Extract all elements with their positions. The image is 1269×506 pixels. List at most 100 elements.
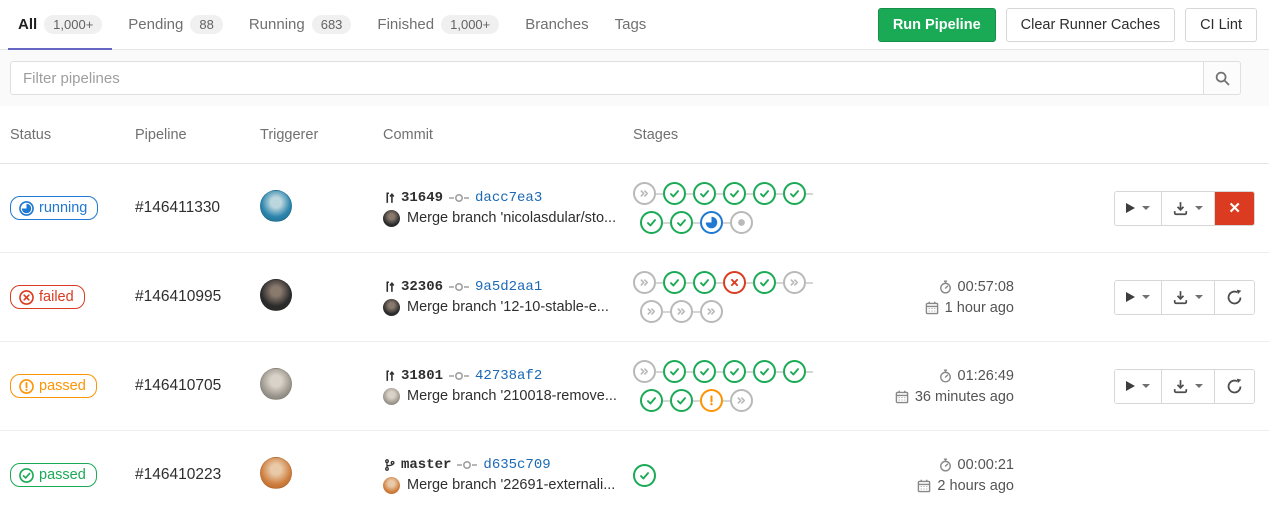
tab-all[interactable]: All 1,000+: [8, 0, 112, 49]
filter-pipelines-input[interactable]: [10, 61, 1204, 95]
toolbar-actions: Run Pipeline Clear Runner Caches CI Lint: [878, 0, 1269, 49]
ref-link[interactable]: 32306: [401, 279, 443, 295]
stage-icon-passed[interactable]: [640, 389, 663, 412]
tab-finished[interactable]: Finished 1,000+: [367, 0, 509, 49]
stage-icon-passed[interactable]: [633, 464, 656, 487]
commit-author-avatar[interactable]: [383, 477, 400, 494]
stage-icon-running[interactable]: [700, 211, 723, 234]
download-artifacts-button[interactable]: [1161, 370, 1214, 403]
tab-finished-label: Finished: [377, 16, 434, 33]
play-manual-jobs-button[interactable]: [1115, 370, 1161, 403]
stage-icon-skipped[interactable]: [633, 271, 656, 294]
ref-link[interactable]: 31649: [401, 190, 443, 206]
cancel-pipeline-button[interactable]: ✕: [1214, 192, 1254, 225]
commit-sha-link[interactable]: d635c709: [483, 457, 550, 473]
stage-icon-passed[interactable]: [723, 360, 746, 383]
pipeline-id-cell: #146410223: [135, 466, 260, 484]
download-artifacts-button[interactable]: [1161, 192, 1214, 225]
time-cell: 01:26:49 36 minutes ago: [870, 368, 1020, 405]
commit-author-avatar[interactable]: [383, 299, 400, 316]
stage-icon-skipped[interactable]: [783, 271, 806, 294]
commit-message-link[interactable]: Merge branch '12-10-stable-e...: [407, 299, 609, 315]
ref-link[interactable]: 31801: [401, 368, 443, 384]
triggerer-avatar[interactable]: [260, 457, 292, 489]
status-badge-passed-warnings[interactable]: passed: [10, 374, 97, 398]
commit-sha-link[interactable]: dacc7ea3: [475, 190, 542, 206]
stage-icon-skipped[interactable]: [700, 300, 723, 323]
play-manual-jobs-button[interactable]: [1115, 192, 1161, 225]
triggerer-avatar[interactable]: [260, 190, 292, 222]
stage-icon-passed[interactable]: [663, 182, 686, 205]
stage-icon-created[interactable]: [730, 211, 753, 234]
stopwatch-icon: [939, 458, 952, 472]
commit-ref-line: 32306 9a5d2aa1: [383, 279, 633, 295]
pipeline-actions-group: [1114, 280, 1255, 315]
stage-icon-passed[interactable]: [693, 271, 716, 294]
tab-branches[interactable]: Branches: [515, 0, 598, 49]
stage-icon-skipped[interactable]: [633, 182, 656, 205]
chevron-down-icon: [1142, 295, 1150, 299]
stage-icon-skipped[interactable]: [730, 389, 753, 412]
download-artifacts-button[interactable]: [1161, 281, 1214, 314]
stage-icon-passed[interactable]: [640, 211, 663, 234]
triggerer-avatar[interactable]: [260, 279, 292, 311]
stage-icon-passed[interactable]: [753, 271, 776, 294]
retry-pipeline-button[interactable]: [1214, 370, 1254, 403]
pipeline-id-link[interactable]: #146410995: [135, 288, 221, 305]
status-failed-icon: [19, 290, 34, 305]
tab-running[interactable]: Running 683: [239, 0, 362, 49]
commit-message-link[interactable]: Merge branch '210018-remove...: [407, 388, 617, 404]
pipeline-id-link[interactable]: #146410223: [135, 466, 221, 483]
calendar-icon: [917, 479, 931, 493]
stage-icon-passed[interactable]: [693, 182, 716, 205]
commit-message-link[interactable]: Merge branch 'nicolasdular/sto...: [407, 210, 616, 226]
calendar-icon: [925, 301, 939, 315]
stage-icon-passed[interactable]: [670, 211, 693, 234]
commit-author-avatar[interactable]: [383, 388, 400, 405]
stage-icon-passed[interactable]: [753, 360, 776, 383]
stage-icon-passed[interactable]: [663, 271, 686, 294]
triggerer-cell: [260, 190, 383, 226]
triggerer-avatar[interactable]: [260, 368, 292, 400]
stage-icon-passed[interactable]: [663, 360, 686, 383]
commit-message-link[interactable]: Merge branch '22691-externali...: [407, 477, 615, 493]
duration-line: 00:57:08: [939, 279, 1014, 295]
stage-icon-skipped[interactable]: [640, 300, 663, 323]
ci-lint-button[interactable]: CI Lint: [1185, 8, 1257, 42]
branch-icon: [383, 458, 396, 472]
ref-link[interactable]: master: [401, 457, 451, 473]
download-icon: [1173, 290, 1188, 305]
stage-icon-skipped[interactable]: [670, 300, 693, 323]
tab-pending[interactable]: Pending 88: [118, 0, 233, 49]
commit-sha-link[interactable]: 9a5d2aa1: [475, 279, 542, 295]
calendar-icon: [895, 390, 909, 404]
stage-icon-passed[interactable]: [783, 360, 806, 383]
status-badge-passed[interactable]: passed: [10, 463, 97, 487]
stages-cell: [633, 270, 870, 325]
stage-icon-failed[interactable]: [723, 271, 746, 294]
clear-runner-caches-button[interactable]: Clear Runner Caches: [1006, 8, 1175, 42]
stage-icon-warning[interactable]: [700, 389, 723, 412]
stage-icon-passed[interactable]: [693, 360, 716, 383]
status-badge-failed[interactable]: failed: [10, 285, 85, 309]
commit-sha-link[interactable]: 42738af2: [475, 368, 542, 384]
stage-icon-passed[interactable]: [753, 182, 776, 205]
retry-pipeline-button[interactable]: [1214, 281, 1254, 314]
commit-author-avatar[interactable]: [383, 210, 400, 227]
search-button[interactable]: [1204, 61, 1241, 95]
commit-message-line: Merge branch '22691-externali...: [383, 477, 633, 494]
commit-ref-line: 31801 42738af2: [383, 368, 633, 384]
stage-icon-skipped[interactable]: [633, 360, 656, 383]
duration-text: 01:26:49: [958, 368, 1014, 384]
stage-icon-passed[interactable]: [723, 182, 746, 205]
status-badge-running[interactable]: running: [10, 196, 98, 220]
pipeline-id-link[interactable]: #146410705: [135, 377, 221, 394]
run-pipeline-button[interactable]: Run Pipeline: [878, 8, 996, 42]
play-manual-jobs-button[interactable]: [1115, 281, 1161, 314]
status-cell: passed: [10, 463, 135, 487]
tab-tags[interactable]: Tags: [605, 0, 657, 49]
play-icon: [1126, 292, 1135, 302]
stage-icon-passed[interactable]: [783, 182, 806, 205]
stage-icon-passed[interactable]: [670, 389, 693, 412]
pipeline-id-link[interactable]: #146411330: [135, 199, 220, 216]
